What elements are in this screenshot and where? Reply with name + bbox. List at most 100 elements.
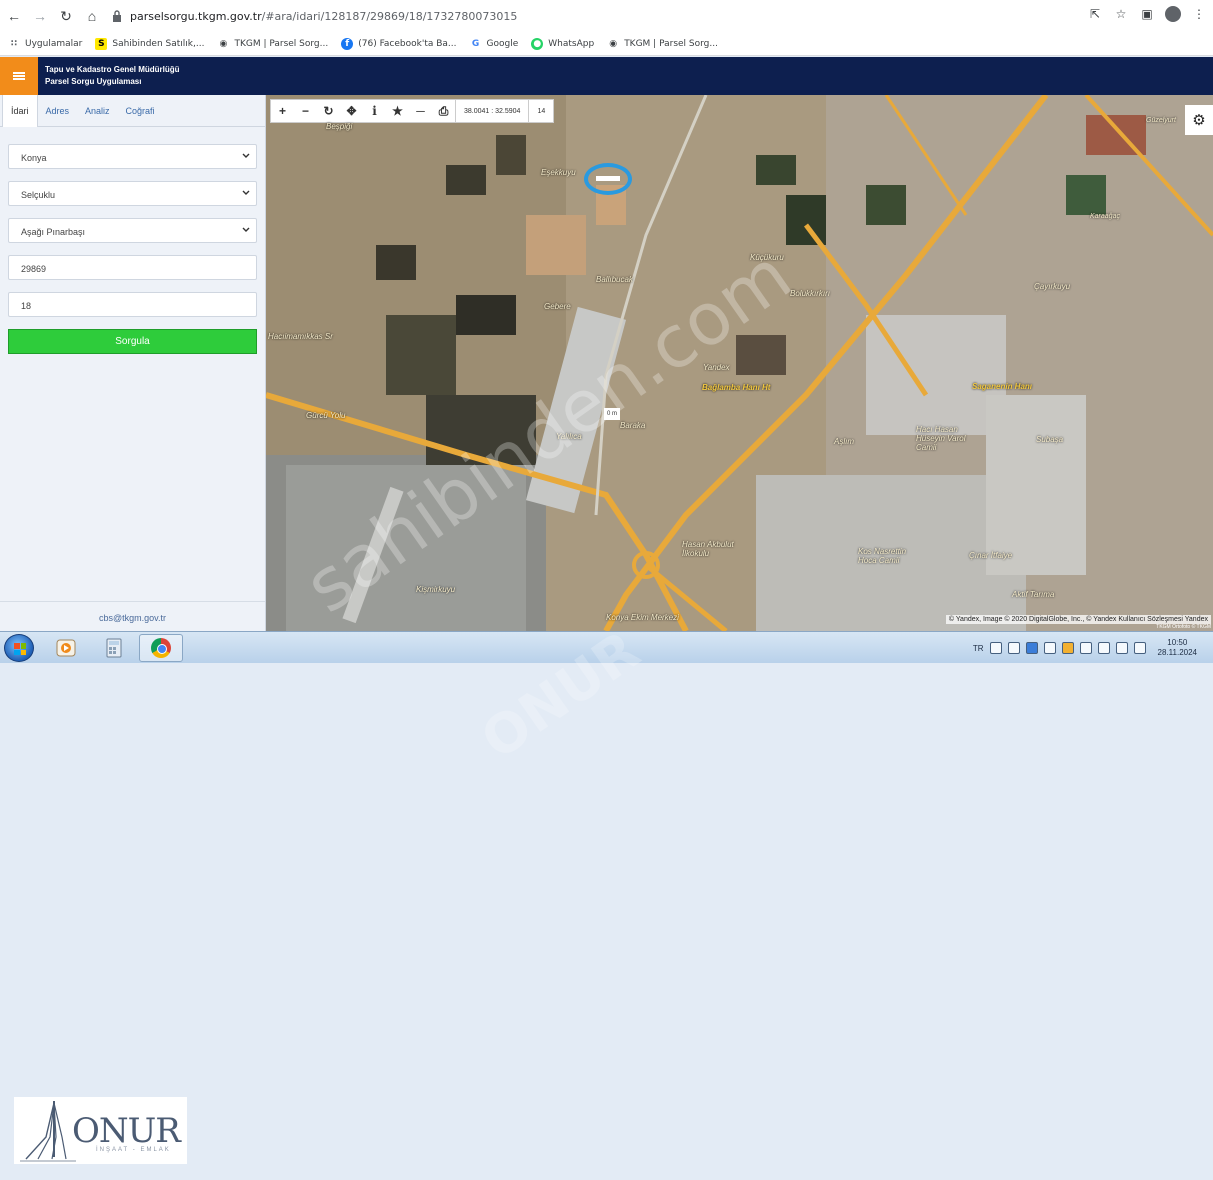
bookmark-facebook[interactable]: f (76) Facebook'ta Ba... xyxy=(341,37,457,50)
map-label: Aşlım xyxy=(834,437,854,446)
logo-name: ONUR xyxy=(72,1111,181,1151)
map-label: Baraka xyxy=(620,421,646,430)
share-icon[interactable]: ⇱ xyxy=(1087,6,1103,22)
display-icon[interactable] xyxy=(1133,642,1146,654)
volume-icon[interactable] xyxy=(1097,642,1110,654)
sidepanel-icon[interactable]: ▣ xyxy=(1139,6,1155,22)
google-icon: G xyxy=(471,38,480,49)
map-label: Gürcü Yolu xyxy=(306,411,346,420)
map-label: Karaağaç xyxy=(1090,213,1120,220)
map-label: Güzelyurt xyxy=(1146,117,1176,124)
bookmark-star-icon[interactable]: ★ xyxy=(386,100,409,122)
address-bar[interactable]: parselsorgu.tkgm.gov.tr/#ara/idari/12818… xyxy=(112,10,517,23)
map-label: Subaşa xyxy=(1036,435,1064,444)
satellite-map[interactable]: + − ↻ ✥ i ★ ─ ⎙ 38.0041 : 32.5904 14 ⚙ 0… xyxy=(266,95,1213,631)
map-pin-icon: ◉ xyxy=(609,38,618,49)
map-attribution[interactable]: © Yandex, Image © 2020 DigitalGlobe, Inc… xyxy=(945,615,1211,624)
clock[interactable]: 10:50 28.11.2024 xyxy=(1158,638,1197,658)
map-label: Yalılıca xyxy=(556,432,582,441)
facebook-icon: f xyxy=(341,37,354,50)
bookmark-sahibinden[interactable]: S Sahibinden Satılık,... xyxy=(95,37,204,50)
taskbar: TR 10:50 28.11.2024 xyxy=(0,631,1213,663)
chrome-icon[interactable] xyxy=(139,634,183,662)
back-icon[interactable]: ← xyxy=(2,4,26,28)
parcel-marker[interactable] xyxy=(584,163,632,195)
map-label: Hasan Akbulut İlkokulu xyxy=(682,540,734,558)
bookmarks-bar: ∷ Uygulamalar S Sahibinden Satılık,... ◉ TK… xyxy=(0,32,1213,56)
contact-email[interactable]: cbs@tkgm.gov.tr xyxy=(0,601,265,631)
network-icon[interactable] xyxy=(1079,642,1092,654)
more-icon[interactable]: ⋮ xyxy=(1191,6,1207,22)
query-button[interactable]: Sorgula xyxy=(8,329,257,354)
media-player-icon[interactable] xyxy=(44,634,88,662)
apps-grid-icon: ∷ xyxy=(10,38,18,49)
zoom-out-icon[interactable]: − xyxy=(294,100,317,122)
map-label: Ballıbucak xyxy=(596,275,633,284)
map-label: Küçükuru xyxy=(750,253,784,262)
flag-icon[interactable] xyxy=(1043,642,1056,654)
map-toolbar: + − ↻ ✥ i ★ ─ ⎙ 38.0041 : 32.5904 14 xyxy=(270,99,555,123)
province-select[interactable]: Konya xyxy=(8,144,257,169)
star-icon[interactable]: ☆ xyxy=(1113,6,1129,22)
map-label: Beşpiği xyxy=(326,122,353,131)
map-label: Kos Nasrettin Hoca Camii xyxy=(858,547,907,565)
update-icon[interactable] xyxy=(1061,642,1074,654)
map-label: Bolukkırkırı xyxy=(790,289,831,298)
chevron-down-icon xyxy=(242,227,250,232)
measure-icon[interactable]: ─ xyxy=(409,100,432,122)
tab-idari[interactable]: İdari xyxy=(2,95,38,127)
grid-icon[interactable] xyxy=(1115,642,1128,654)
language-indicator[interactable]: TR xyxy=(973,644,984,653)
bookmark-tkgm[interactable]: ◉ TKGM | Parsel Sorg... xyxy=(217,38,329,50)
settings-gear-icon[interactable]: ⚙ xyxy=(1185,105,1213,135)
bookmark-google[interactable]: G Google xyxy=(470,38,518,50)
query-sidebar: İdari Adres Analiz Coğrafi Konya Selçukl… xyxy=(0,95,266,631)
keyboard-icon[interactable] xyxy=(989,642,1002,654)
windows-logo-icon xyxy=(14,643,26,655)
bookmark-whatsapp[interactable]: ● WhatsApp xyxy=(531,37,594,50)
map-label: Çınar İtfaiye xyxy=(969,551,1013,560)
start-button[interactable] xyxy=(4,634,34,662)
sahibinden-icon: S xyxy=(95,37,108,50)
map-label: Konya Ekim Merkezi xyxy=(606,613,679,622)
map-label: Saganenin Hanı xyxy=(972,382,1033,391)
bookmark-tkgm-2[interactable]: ◉ TKGM | Parsel Sorg... xyxy=(607,38,718,50)
neighborhood-select[interactable]: Aşağı Pınarbaşı xyxy=(8,218,257,243)
profile-icon[interactable] xyxy=(1165,6,1181,22)
map-label: Bağlamba Hanı Ht xyxy=(702,383,771,392)
coordinate-readout: 38.0041 : 32.5904 xyxy=(455,100,528,122)
map-label: Aktif Tarıma xyxy=(1012,590,1055,599)
zoom-level: 14 xyxy=(528,100,553,122)
tab-adres[interactable]: Adres xyxy=(38,95,78,127)
map-pin-icon: ◉ xyxy=(219,38,228,49)
locate-icon[interactable]: ✥ xyxy=(340,100,363,122)
home-icon[interactable]: ⌂ xyxy=(80,4,104,28)
menu-button[interactable] xyxy=(0,57,38,95)
url-path: /#ara/idari/128187/29869/18/173278007301… xyxy=(261,9,518,23)
print-icon[interactable]: ⎙ xyxy=(432,100,455,122)
map-label: Çayırkuyu xyxy=(1034,282,1071,291)
chevron-down-icon xyxy=(242,153,250,158)
url-host: parselsorgu.tkgm.gov.tr xyxy=(130,9,262,23)
bluetooth-icon[interactable] xyxy=(1025,642,1038,654)
chevron-down-icon xyxy=(242,190,250,195)
system-tray: TR 10:50 28.11.2024 xyxy=(973,635,1207,661)
reload-icon[interactable]: ↻ xyxy=(54,4,78,28)
refresh-icon[interactable]: ↻ xyxy=(317,100,340,122)
forward-icon[interactable]: → xyxy=(28,4,52,28)
district-select[interactable]: Selçuklu xyxy=(8,181,257,206)
block-input[interactable]: 29869 xyxy=(8,255,257,280)
info-icon[interactable]: i xyxy=(363,100,386,122)
map-label: Kişmirkuyu xyxy=(416,585,456,594)
map-label: Yandex xyxy=(703,363,730,372)
calculator-icon[interactable] xyxy=(92,634,136,662)
whatsapp-icon: ● xyxy=(531,37,544,50)
app-title: Tapu ve Kadastro Genel Müdürlüğü Parsel … xyxy=(45,65,180,86)
tab-cografi[interactable]: Coğrafi xyxy=(118,95,163,127)
bookmark-apps[interactable]: ∷ Uygulamalar xyxy=(8,38,83,50)
camera-icon[interactable] xyxy=(1007,642,1020,654)
parcel-input[interactable]: 18 xyxy=(8,292,257,317)
hamburger-icon xyxy=(13,72,25,80)
tab-analiz[interactable]: Analiz xyxy=(77,95,118,127)
zoom-in-icon[interactable]: + xyxy=(271,100,294,122)
